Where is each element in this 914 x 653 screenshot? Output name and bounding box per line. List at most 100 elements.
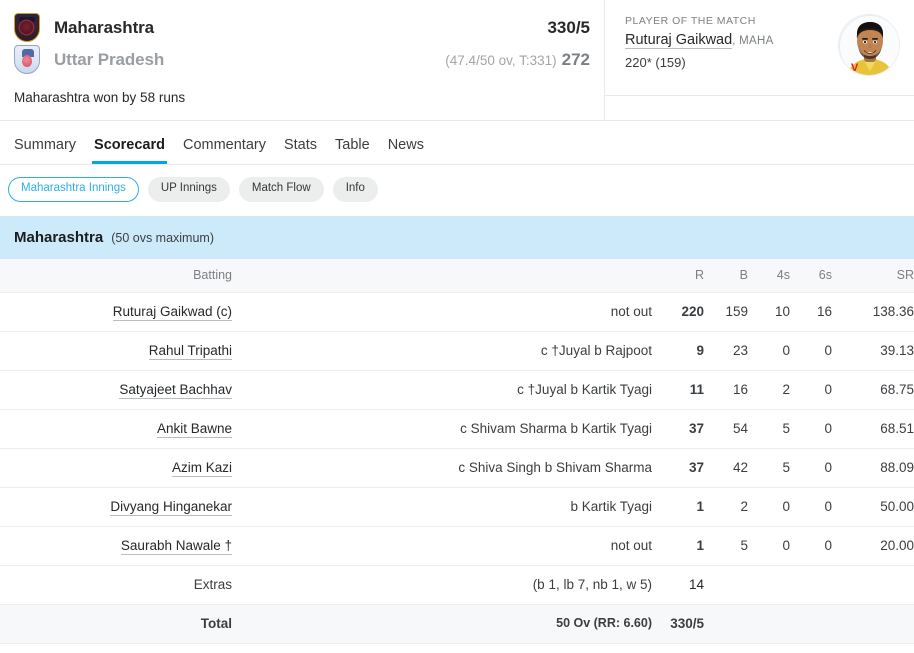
tab-commentary[interactable]: Commentary: [183, 137, 266, 164]
sixes-cell: 0: [790, 526, 832, 566]
dismissal-cell: b Kartik Tyagi: [232, 487, 652, 527]
potm-figures: 220* (159): [625, 55, 686, 70]
batsman-link[interactable]: Azim Kazi: [171, 459, 232, 477]
team-score-away-value: 272: [561, 50, 590, 69]
innings-team-name: Maharashtra: [14, 228, 104, 246]
sixes-cell: 0: [790, 370, 832, 410]
table-row: Saurabh Nawale † not out 1 5 0 0 20.00: [0, 526, 914, 566]
team-row-away: Uttar Pradesh (47.4/50 ov, T:331) 272: [14, 44, 590, 76]
fours-cell: 10: [748, 292, 790, 332]
runs-cell: 220: [652, 292, 704, 332]
table-row: Ruturaj Gaikwad (c) not out 220 159 10 1…: [0, 292, 914, 332]
sixes-cell: 0: [790, 448, 832, 488]
runs-cell: 1: [652, 487, 704, 527]
batsman-link[interactable]: Rahul Tripathi: [148, 342, 232, 360]
strike-rate-cell: 88.09: [832, 448, 914, 488]
fours-cell: 5: [748, 448, 790, 488]
total-value: 330/5: [652, 604, 704, 644]
potm-name-row: Ruturaj Gaikwad, MAHA: [625, 32, 838, 49]
column-header-fours: 4s: [748, 258, 790, 293]
fours-cell: 0: [748, 487, 790, 527]
extras-blank-sr: [832, 565, 914, 605]
balls-cell: 42: [704, 448, 748, 488]
extras-blank-6s: [790, 565, 832, 605]
potm-player-link[interactable]: Ruturaj Gaikwad: [625, 32, 733, 49]
column-header-runs: R: [652, 258, 704, 293]
column-header-balls: B: [704, 258, 748, 293]
tab-table[interactable]: Table: [335, 137, 370, 164]
runs-cell: 9: [652, 331, 704, 371]
batsman-name-cell: Satyajeet Bachhav: [0, 370, 232, 410]
dismissal-cell: c †Juyal b Kartik Tyagi: [232, 370, 652, 410]
player-of-the-match-panel: PLAYER OF THE MATCH Ruturaj Gaikwad, MAH…: [605, 0, 914, 120]
balls-cell: 23: [704, 331, 748, 371]
balls-cell: 16: [704, 370, 748, 410]
batsman-link[interactable]: Saurabh Nawale †: [120, 537, 232, 555]
fours-cell: 0: [748, 526, 790, 566]
maharashtra-crest-icon: [14, 13, 42, 43]
batsman-name-cell: Ankit Bawne: [0, 409, 232, 449]
sixes-cell: 0: [790, 331, 832, 371]
team-row-home: Maharashtra 330/5: [14, 12, 590, 44]
match-result-text: Maharashtra won by 58 runs: [14, 90, 186, 105]
match-header: Maharashtra 330/5 Uttar Pradesh (47.4/50…: [0, 0, 914, 121]
chip-info[interactable]: Info: [332, 177, 378, 202]
batsman-name-cell: Divyang Hinganekar: [0, 487, 232, 527]
extras-blank-b: [704, 565, 748, 605]
total-blank-b: [704, 604, 748, 644]
fours-cell: 2: [748, 370, 790, 410]
strike-rate-cell: 68.51: [832, 409, 914, 449]
innings-header: Maharashtra (50 ovs maximum): [0, 215, 914, 259]
score-summary: Maharashtra 330/5 Uttar Pradesh (47.4/50…: [0, 0, 605, 120]
total-detail: 50 Ov (RR: 6.60): [232, 604, 652, 644]
strike-rate-cell: 50.00: [832, 487, 914, 527]
chip-maharashtra-innings[interactable]: Maharashtra Innings: [8, 177, 139, 202]
uttar-pradesh-crest-icon: [14, 45, 42, 75]
dismissal-cell: not out: [232, 526, 652, 566]
tab-news[interactable]: News: [388, 137, 424, 164]
team-score-home: 330/5: [547, 18, 590, 38]
table-header: Batting R B 4s 6s SR: [0, 258, 914, 293]
potm-label: PLAYER OF THE MATCH: [625, 15, 756, 27]
total-label: Total: [0, 604, 232, 644]
extras-label: Extras: [0, 565, 232, 605]
strike-rate-cell: 68.75: [832, 370, 914, 410]
extras-detail: (b 1, lb 7, nb 1, w 5): [232, 565, 652, 605]
sixes-cell: 0: [790, 409, 832, 449]
chip-match-flow[interactable]: Match Flow: [238, 177, 324, 202]
batsman-link[interactable]: Divyang Hinganekar: [110, 498, 232, 516]
column-header-dismissal: [232, 258, 652, 293]
player-headshot-avatar: V: [838, 14, 900, 76]
strike-rate-cell: 20.00: [832, 526, 914, 566]
fours-cell: 5: [748, 409, 790, 449]
tab-scorecard[interactable]: Scorecard: [92, 137, 167, 164]
batsman-link[interactable]: Satyajeet Bachhav: [119, 381, 232, 399]
total-blank-4s: [748, 604, 790, 644]
sixes-cell: 0: [790, 487, 832, 527]
tab-summary[interactable]: Summary: [14, 137, 76, 164]
sixes-cell: 16: [790, 292, 832, 332]
balls-cell: 54: [704, 409, 748, 449]
batsman-link[interactable]: Ankit Bawne: [156, 420, 232, 438]
extras-blank-4s: [748, 565, 790, 605]
team-name-away: Uttar Pradesh: [54, 50, 165, 69]
tab-stats[interactable]: Stats: [284, 137, 317, 164]
batsman-link[interactable]: Ruturaj Gaikwad (c): [112, 303, 232, 321]
scorecard-page: Maharashtra 330/5 Uttar Pradesh (47.4/50…: [0, 0, 914, 653]
runs-cell: 1: [652, 526, 704, 566]
chip-up-innings[interactable]: UP Innings: [147, 177, 230, 202]
column-header-strike-rate: SR: [832, 258, 914, 293]
dismissal-cell: not out: [232, 292, 652, 332]
strike-rate-cell: 138.36: [832, 292, 914, 332]
table-row: Ankit Bawne c Shivam Sharma b Kartik Tya…: [0, 409, 914, 449]
table-row: Rahul Tripathi c †Juyal b Rajpoot 9 23 0…: [0, 331, 914, 371]
dismissal-cell: c Shiva Singh b Shivam Sharma: [232, 448, 652, 488]
runs-cell: 11: [652, 370, 704, 410]
balls-cell: 5: [704, 526, 748, 566]
table-row: Divyang Hinganekar b Kartik Tyagi 1 2 0 …: [0, 487, 914, 527]
extras-row: Extras (b 1, lb 7, nb 1, w 5) 14: [0, 565, 914, 605]
batsman-name-cell: Ruturaj Gaikwad (c): [0, 292, 232, 332]
column-header-sixes: 6s: [790, 258, 832, 293]
table-row: Satyajeet Bachhav c †Juyal b Kartik Tyag…: [0, 370, 914, 410]
fours-cell: 0: [748, 331, 790, 371]
